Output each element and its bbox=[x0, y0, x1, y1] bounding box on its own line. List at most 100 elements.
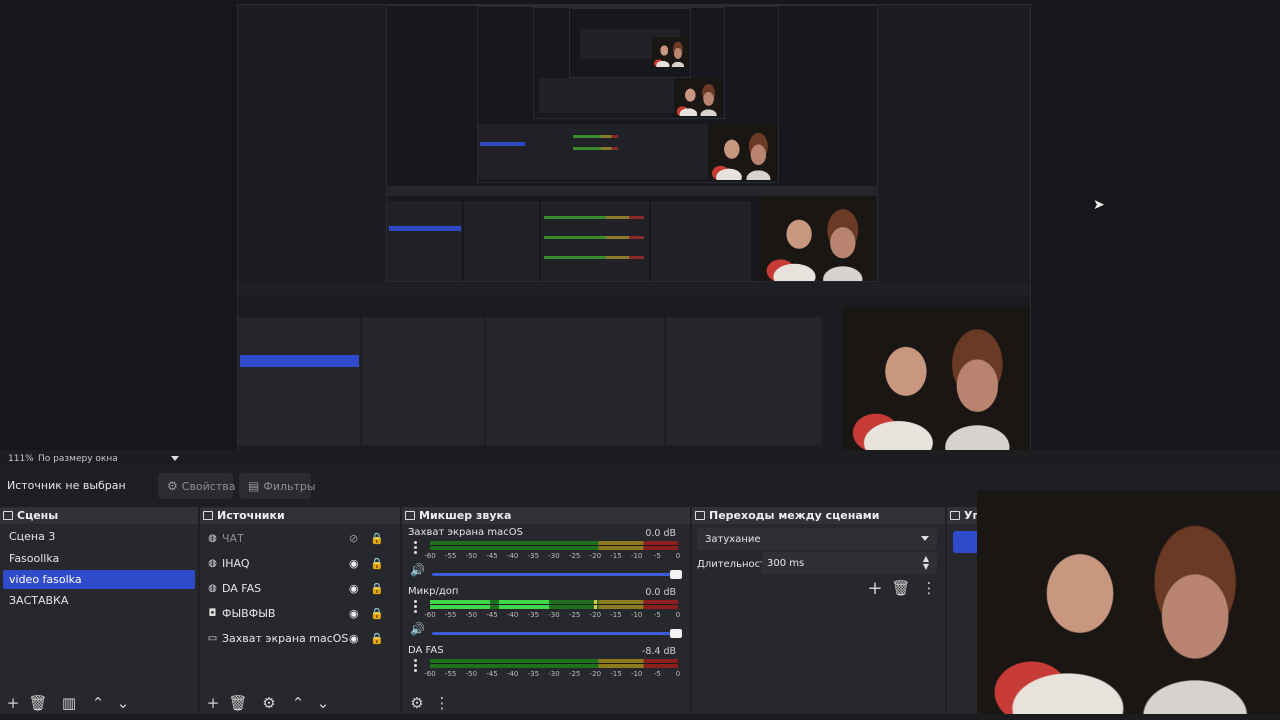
nested-preview-2 bbox=[386, 5, 878, 282]
lock-icon[interactable]: 🔒 bbox=[370, 632, 384, 645]
kebab-menu-icon[interactable]: ⋮ bbox=[431, 694, 453, 712]
properties-label: Свойства bbox=[181, 479, 236, 493]
sources-header[interactable]: Источники bbox=[200, 507, 400, 524]
meter-tick-label: -40 bbox=[506, 552, 519, 560]
mixer-title: Микшер звука bbox=[419, 509, 512, 522]
add-transition-icon[interactable]: + bbox=[864, 578, 886, 599]
chevron-up-icon[interactable]: ⌃ bbox=[287, 694, 309, 712]
meter-tick-label: -25 bbox=[568, 552, 581, 560]
volume-slider[interactable] bbox=[432, 570, 682, 579]
chevron-up-icon[interactable]: ⌃ bbox=[87, 694, 109, 712]
zoom-bar: 111% По размеру окна bbox=[0, 450, 1280, 467]
speaker-icon[interactable]: 🔊 bbox=[410, 563, 425, 577]
meter-tick-label: -50 bbox=[465, 552, 478, 560]
source-item[interactable]: ◍ DA FAS ◉ 🔒 bbox=[207, 578, 387, 598]
meter-tick-label: -60 bbox=[424, 611, 436, 619]
add-scene-icon[interactable]: + bbox=[2, 694, 24, 712]
source-label: DA FAS bbox=[222, 581, 262, 595]
scenes-header[interactable]: Сцены bbox=[0, 507, 198, 524]
volume-meter bbox=[430, 541, 678, 550]
meter-tick-label: -50 bbox=[465, 670, 478, 678]
kebab-menu-icon[interactable] bbox=[414, 541, 417, 556]
meter-tick-label: 0 bbox=[675, 670, 681, 678]
kebab-menu-icon[interactable] bbox=[414, 600, 417, 615]
scene-item-active[interactable]: video fasolka bbox=[3, 570, 195, 589]
eye-icon[interactable]: ◉ bbox=[349, 557, 359, 570]
lock-icon[interactable]: 🔒 bbox=[370, 582, 384, 595]
lock-icon[interactable]: 🔒 bbox=[370, 532, 384, 545]
chevron-down-icon[interactable]: ⌄ bbox=[112, 694, 134, 712]
meter-tick-label: -55 bbox=[444, 611, 457, 619]
speaker-icon[interactable]: 🔊 bbox=[410, 622, 425, 636]
trash-icon[interactable]: 🗑 bbox=[890, 579, 912, 597]
meter-tick-label: -30 bbox=[548, 670, 560, 678]
nested-preview-5 bbox=[569, 8, 691, 78]
transitions-dock: Переходы между сценами Затухание Длитель… bbox=[692, 507, 945, 720]
scene-item[interactable]: Fasoollka bbox=[3, 549, 195, 568]
meter-tick-label: -30 bbox=[548, 611, 560, 619]
duration-field[interactable]: 300 ms ▲ ▼ bbox=[762, 552, 937, 574]
volume-slider[interactable] bbox=[432, 629, 682, 638]
meter-tick-label: -50 bbox=[465, 611, 478, 619]
advanced-audio-gear-icon[interactable]: ⚙ bbox=[406, 694, 428, 712]
no-source-label: Источник не выбран bbox=[7, 479, 126, 492]
meter-tick-label: -60 bbox=[424, 552, 436, 560]
eye-icon[interactable]: ◉ bbox=[349, 632, 359, 645]
lock-icon[interactable]: 🔒 bbox=[370, 557, 384, 570]
transitions-header[interactable]: Переходы между сценами bbox=[692, 507, 945, 524]
eye-icon[interactable]: ◉ bbox=[349, 607, 359, 620]
globe-icon: ◍ bbox=[208, 532, 217, 544]
mixer-channel-db: 0.0 dB bbox=[645, 587, 676, 598]
source-label: Захват экрана macOS bbox=[222, 631, 349, 645]
sources-dock: Источники ◍ ЧАТ ⊘ 🔒 ◍ IHAQ ◉ 🔒 ◍ DA FAS ◉ 🔒… bbox=[200, 507, 400, 720]
meter-tick-label: -45 bbox=[486, 552, 498, 560]
scene-label: Fasoollka bbox=[9, 552, 60, 565]
mixer-channel-db: 0.0 dB bbox=[645, 528, 676, 539]
duration-value: 300 ms bbox=[767, 557, 805, 569]
transition-select[interactable]: Затухание bbox=[697, 528, 937, 550]
camera-icon: ◘ bbox=[208, 607, 217, 619]
meter-tick-label: -10 bbox=[630, 670, 643, 678]
meter-tick-label: -55 bbox=[444, 670, 457, 678]
meter-tick-label: -35 bbox=[527, 611, 540, 619]
volume-meter bbox=[430, 600, 678, 609]
meter-tick-label: -25 bbox=[568, 611, 581, 619]
meter-tick-label: -30 bbox=[548, 552, 560, 560]
meter-tick-label: -5 bbox=[653, 670, 661, 678]
kebab-menu-icon[interactable]: ⋮ bbox=[918, 579, 940, 597]
meter-tick-label: -60 bbox=[424, 670, 436, 678]
gear-icon[interactable]: ⚙ bbox=[258, 694, 280, 712]
trash-icon[interactable]: 🗑 bbox=[227, 694, 249, 712]
filters-button[interactable]: ▤ Фильтры bbox=[239, 473, 316, 499]
meter-tick-label: -10 bbox=[630, 552, 643, 560]
trash-icon[interactable]: 🗑 bbox=[27, 694, 49, 712]
eye-hidden-icon[interactable]: ⊘ bbox=[349, 532, 358, 545]
meter-tick-label: -45 bbox=[486, 611, 498, 619]
source-item[interactable]: ▭ Захват экрана macOS ◉ 🔒 bbox=[207, 628, 387, 648]
spinner-icon[interactable]: ▲ ▼ bbox=[923, 555, 929, 571]
mixer-header[interactable]: Микшер звука bbox=[402, 507, 690, 524]
scene-filter-icon[interactable]: ▥ bbox=[58, 694, 80, 712]
chevron-down-icon[interactable] bbox=[171, 456, 179, 461]
source-item[interactable]: ◘ ФЫВФЫВ ◉ 🔒 bbox=[207, 603, 387, 623]
source-item[interactable]: ◍ IHAQ ◉ 🔒 bbox=[207, 553, 387, 573]
meter-tick-label: -45 bbox=[486, 670, 498, 678]
chevron-down-icon[interactable]: ⌄ bbox=[312, 694, 334, 712]
nested-preview-4 bbox=[533, 7, 725, 119]
meter-tick-label: -35 bbox=[527, 552, 540, 560]
eye-icon[interactable]: ◉ bbox=[349, 582, 359, 595]
zoom-mode[interactable]: По размеру окна bbox=[38, 454, 118, 464]
mixer-channel-name: Микр/доп bbox=[408, 586, 459, 597]
scene-item[interactable]: ЗАСТАВКА bbox=[3, 591, 195, 610]
kebab-menu-icon[interactable] bbox=[414, 659, 417, 674]
mixer-channel-name: DA FAS bbox=[408, 645, 444, 656]
source-item[interactable]: ◍ ЧАТ ⊘ 🔒 bbox=[207, 528, 387, 548]
scene-item[interactable]: Сцена 3 bbox=[3, 527, 195, 546]
add-source-icon[interactable]: + bbox=[202, 694, 224, 712]
lock-icon[interactable]: 🔒 bbox=[370, 607, 384, 620]
preview-area[interactable]: ➤ bbox=[0, 0, 1280, 451]
scene-label: ЗАСТАВКА bbox=[9, 594, 69, 607]
properties-button[interactable]: ⚙ Свойства bbox=[158, 473, 236, 499]
meter-tick-label: -15 bbox=[610, 552, 622, 560]
preview-canvas[interactable] bbox=[237, 4, 1031, 451]
